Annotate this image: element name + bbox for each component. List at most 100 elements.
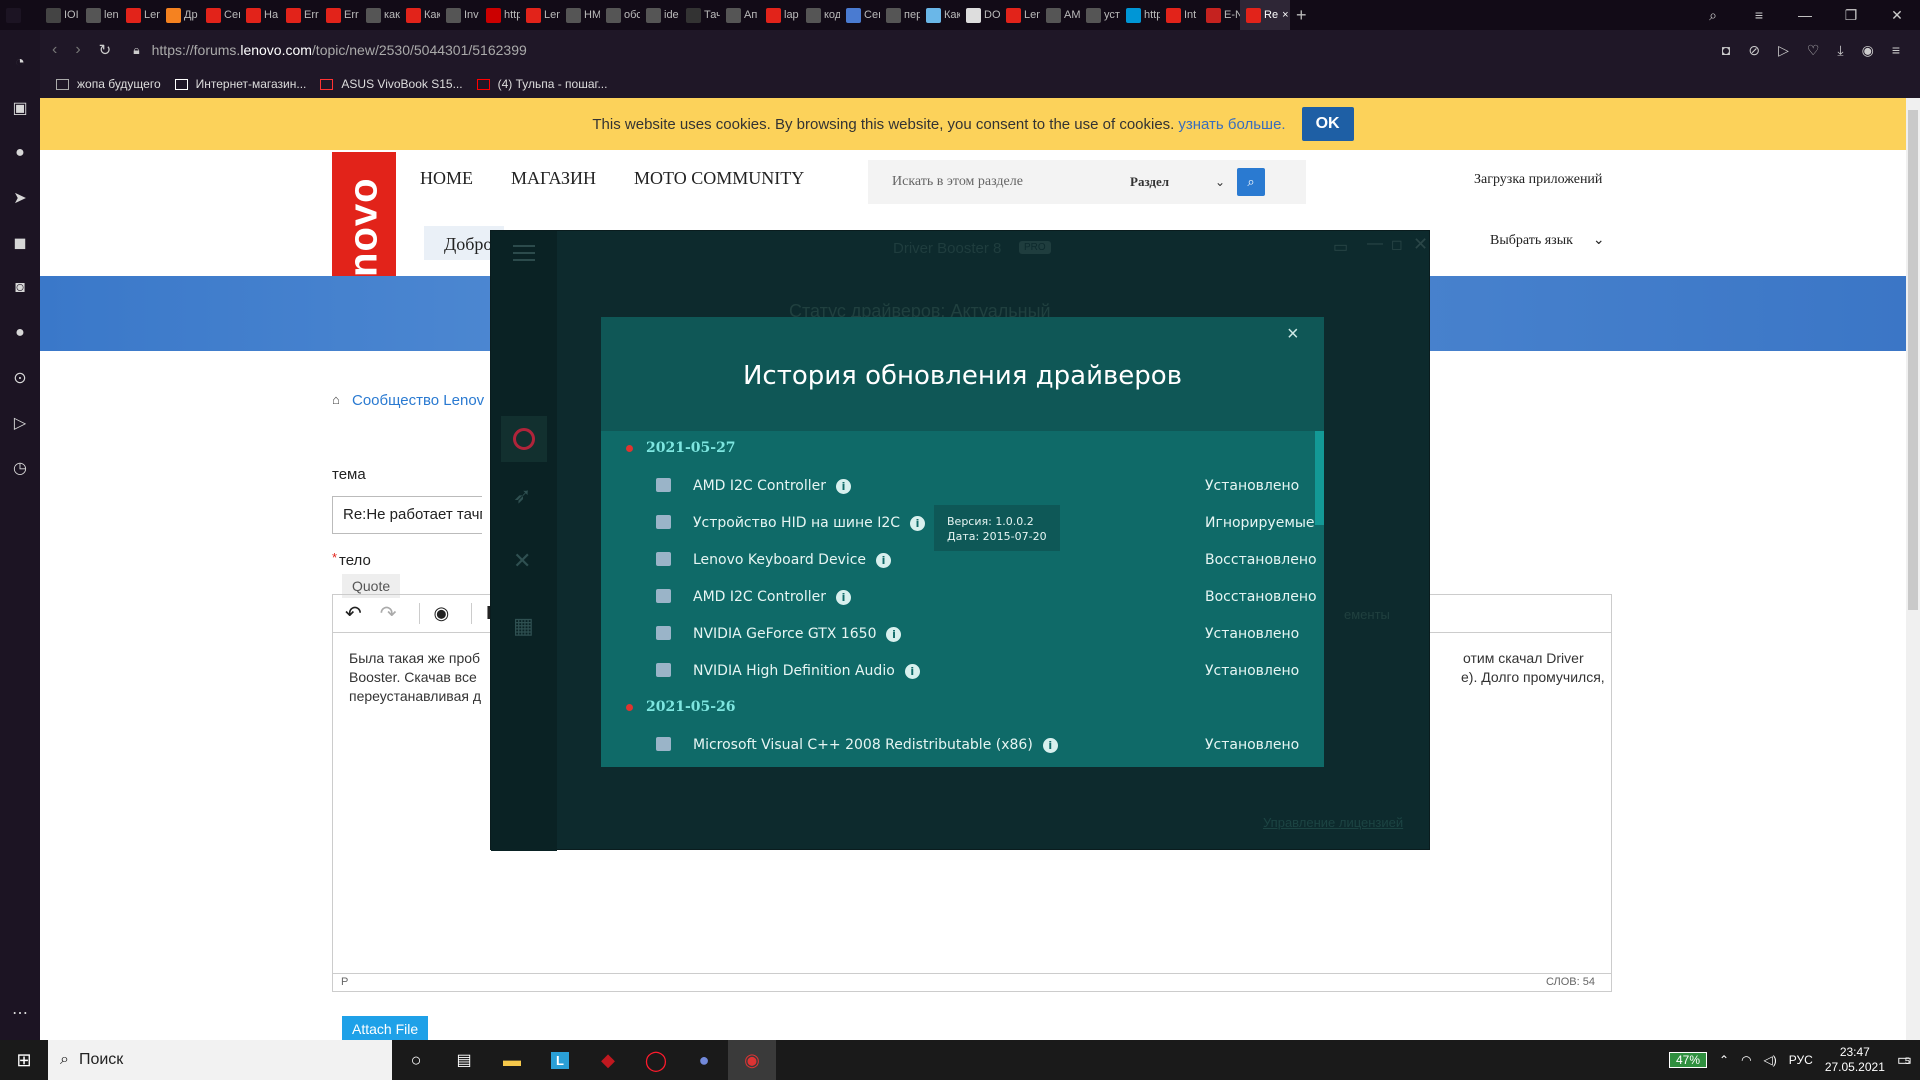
- tab[interactable]: НМ: [560, 0, 600, 30]
- driver-history-row[interactable]: Microsoft Visual C++ 2008 Redistributabl…: [601, 727, 1317, 764]
- nav-home[interactable]: HOME: [420, 168, 473, 189]
- tab[interactable]: Err: [320, 0, 360, 30]
- attach-file-button[interactable]: Attach File: [342, 1016, 429, 1040]
- new-tab-icon[interactable]: +: [1290, 0, 1330, 30]
- tab[interactable]: Как: [400, 0, 440, 30]
- camera-icon[interactable]: ◘: [1722, 42, 1730, 59]
- heart-icon[interactable]: ♡: [1807, 42, 1820, 59]
- page-scrollbar[interactable]: [1906, 98, 1920, 1040]
- app-download-link[interactable]: Загрузка приложений: [1474, 172, 1602, 188]
- nav-moto-community[interactable]: MOTO COMMUNITY: [634, 168, 804, 189]
- tab[interactable]: len: [80, 0, 120, 30]
- close-icon[interactable]: ✕: [1874, 7, 1920, 24]
- cortana-icon[interactable]: ○: [392, 1050, 440, 1071]
- tab[interactable]: Len: [1000, 0, 1040, 30]
- dialog-close-icon[interactable]: ×: [1287, 323, 1299, 346]
- more-icon[interactable]: ⋯: [0, 990, 40, 1035]
- undo-icon[interactable]: ↶: [345, 601, 362, 626]
- search-button[interactable]: ⌕: [1237, 168, 1266, 196]
- tab[interactable]: IOI: [40, 0, 80, 30]
- tab[interactable]: http: [480, 0, 520, 30]
- feedback-icon[interactable]: ▭: [1333, 237, 1348, 257]
- task-view-icon[interactable]: ▤: [440, 1050, 488, 1070]
- tab[interactable]: DO: [960, 0, 1000, 30]
- info-icon[interactable]: i: [904, 664, 920, 679]
- flow-icon[interactable]: ▷: [1778, 42, 1789, 59]
- home-icon[interactable]: ⌂: [332, 392, 340, 407]
- info-icon[interactable]: i: [836, 479, 852, 494]
- twitter-icon[interactable]: ●: [0, 310, 40, 355]
- info-icon[interactable]: i: [886, 627, 902, 642]
- restore-icon[interactable]: ❐: [1828, 7, 1874, 24]
- network-icon[interactable]: ◠: [1741, 1053, 1751, 1067]
- whatsapp-icon[interactable]: ●: [0, 130, 40, 175]
- profile-icon[interactable]: ◉: [1862, 42, 1874, 59]
- bookmark-item[interactable]: (4) Тульпа - пошаг...: [476, 77, 607, 91]
- driver-booster-taskbar-icon[interactable]: ◉: [728, 1040, 776, 1080]
- driver-history-row[interactable]: AMD I2C Controller i Восстановлено: [601, 579, 1317, 616]
- scrollbar-thumb[interactable]: [1908, 110, 1918, 610]
- license-link[interactable]: Управление лицензией: [1263, 815, 1403, 830]
- tab[interactable]: Int: [1160, 0, 1200, 30]
- boost-icon[interactable]: ➶: [513, 483, 531, 509]
- player-icon[interactable]: ⊙: [0, 355, 40, 400]
- tab[interactable]: lap: [760, 0, 800, 30]
- menu-icon[interactable]: ≡: [1892, 42, 1900, 59]
- tab[interactable]: как: [360, 0, 400, 30]
- minimize-icon[interactable]: —: [1367, 235, 1383, 253]
- driver-history-row[interactable]: NVIDIA GeForce GTX 1650 i Установлено: [601, 616, 1317, 653]
- telegram-icon[interactable]: ➤: [0, 175, 40, 220]
- history-scrollbar[interactable]: [1315, 431, 1324, 525]
- bookmark-item[interactable]: ASUS VivoBook S15...: [320, 77, 463, 91]
- speed-dial-icon[interactable]: ◔: [0, 40, 40, 85]
- send-icon[interactable]: ▷: [0, 400, 40, 445]
- cookie-ok-button[interactable]: OK: [1301, 107, 1354, 141]
- vk-icon[interactable]: ◼: [0, 220, 40, 265]
- tab[interactable]: [0, 0, 40, 30]
- tab[interactable]: код: [800, 0, 840, 30]
- info-icon[interactable]: i: [1042, 738, 1058, 753]
- tab[interactable]: Тач: [680, 0, 720, 30]
- tab-active[interactable]: Re ×: [1240, 0, 1290, 30]
- block-icon[interactable]: ⊘: [1748, 42, 1760, 59]
- back-icon[interactable]: ‹: [52, 41, 57, 59]
- info-icon[interactable]: i: [910, 516, 926, 531]
- cookie-learn-more-link[interactable]: узнать больше.: [1178, 116, 1285, 133]
- lenovo-vantage-icon[interactable]: L: [536, 1051, 584, 1069]
- tab[interactable]: ide: [640, 0, 680, 30]
- bookmark-item[interactable]: жопа будущего: [56, 77, 161, 91]
- tab-close-icon[interactable]: ×: [1282, 9, 1288, 21]
- opera-icon[interactable]: ◯: [632, 1048, 680, 1073]
- battery-indicator[interactable]: 47%: [1668, 1052, 1707, 1068]
- chevron-up-icon[interactable]: ⌃: [1719, 1053, 1729, 1067]
- volume-icon[interactable]: ◁): [1764, 1053, 1777, 1067]
- maximize-icon[interactable]: ◻: [1391, 236, 1403, 253]
- redo-icon[interactable]: ↷: [380, 601, 397, 626]
- tab[interactable]: Len: [520, 0, 560, 30]
- tab[interactable]: E-N: [1200, 0, 1240, 30]
- driver-history-row[interactable]: NVIDIA High Definition Audio i Установлено: [601, 653, 1317, 690]
- search-scope-select[interactable]: Раздел: [1130, 174, 1215, 190]
- search-input[interactable]: Искать в этом разделе: [892, 174, 1130, 190]
- hamburger-icon[interactable]: [513, 245, 535, 261]
- history-icon[interactable]: ◷: [0, 445, 40, 490]
- tab[interactable]: Как: [920, 0, 960, 30]
- reload-icon[interactable]: ↻: [99, 41, 112, 59]
- language-indicator[interactable]: РУС: [1789, 1053, 1813, 1067]
- file-explorer-icon[interactable]: ▬: [488, 1050, 536, 1071]
- taskbar-search[interactable]: ⌕ Поиск: [48, 1040, 392, 1080]
- nav-store[interactable]: МАГАЗИН: [511, 168, 596, 189]
- tab[interactable]: Сеı: [840, 0, 880, 30]
- preview-icon[interactable]: ◉: [418, 603, 449, 624]
- search-icon[interactable]: ⌕: [1690, 7, 1736, 24]
- chevron-down-icon[interactable]: ⌄: [1215, 175, 1225, 189]
- minimize-icon[interactable]: —: [1782, 7, 1828, 24]
- tab[interactable]: AM: [1040, 0, 1080, 30]
- notifications-icon[interactable]: ▭ 5: [1897, 1050, 1912, 1070]
- info-icon[interactable]: i: [876, 553, 892, 568]
- discord-icon[interactable]: ●: [680, 1050, 728, 1071]
- driver-history-row[interactable]: AMD I2C Controller i Установлено: [601, 468, 1317, 505]
- instagram-icon[interactable]: ◙: [0, 265, 40, 310]
- info-icon[interactable]: i: [836, 590, 852, 605]
- tab[interactable]: Ап: [720, 0, 760, 30]
